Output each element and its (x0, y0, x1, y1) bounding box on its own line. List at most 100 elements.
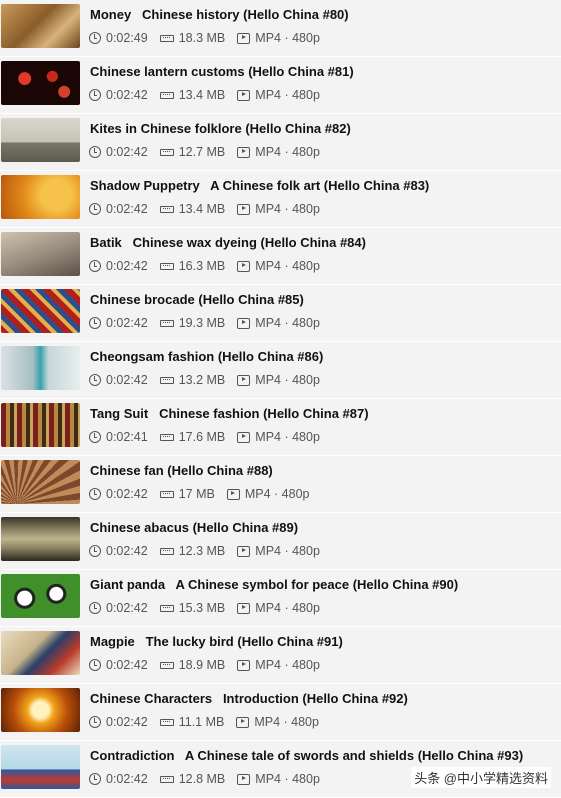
clock-icon (89, 32, 101, 44)
video-size: 13.4 MB (178, 88, 226, 102)
file-size-icon (159, 91, 174, 99)
video-list-item[interactable]: Batik Chinese wax dyeing (Hello China #8… (0, 228, 561, 285)
video-format: MP4 · 480p (255, 658, 320, 672)
video-format: MP4 · 480p (255, 601, 320, 615)
video-list-item[interactable]: Kites in Chinese folklore (Hello China #… (0, 114, 561, 171)
video-title[interactable]: Shadow Puppetry A Chinese folk art (Hell… (90, 178, 429, 193)
video-title[interactable]: Chinese Characters Introduction (Hello C… (90, 691, 408, 706)
video-size: 11.1 MB (178, 715, 225, 729)
video-size: 19.3 MB (178, 316, 226, 330)
video-title[interactable]: Kites in Chinese folklore (Hello China #… (90, 121, 351, 136)
video-thumbnail[interactable] (1, 175, 80, 219)
video-duration: 0:02:42 (106, 88, 148, 102)
video-title[interactable]: Chinese fan (Hello China #88) (90, 463, 273, 478)
file-size-icon (159, 547, 174, 555)
clock-icon (89, 545, 101, 557)
video-list-item[interactable]: Tang Suit Chinese fashion (Hello China #… (0, 399, 561, 456)
clock-icon (89, 488, 101, 500)
video-thumbnail[interactable] (1, 118, 80, 162)
video-meta: 0:02:42 17 MB MP4 · 480p (89, 487, 309, 501)
video-size: 15.3 MB (178, 601, 226, 615)
file-size-icon (159, 718, 174, 726)
video-duration: 0:02:49 (106, 31, 148, 45)
video-list-item[interactable]: Magpie The lucky bird (Hello China #91) 0… (0, 627, 561, 684)
watermark: 头条 @中小学精选资料 (411, 767, 551, 788)
video-icon (237, 32, 251, 44)
video-meta: 0:02:41 17.6 MB MP4 · 480p (89, 430, 320, 444)
video-meta: 0:02:42 13.4 MB MP4 · 480p (89, 202, 320, 216)
video-thumbnail[interactable] (1, 61, 80, 105)
video-size: 17 MB (178, 487, 215, 501)
video-duration: 0:02:42 (106, 715, 148, 729)
video-thumbnail[interactable] (1, 232, 80, 276)
video-meta: 0:02:42 12.8 MB MP4 · 480p (89, 772, 320, 786)
video-duration: 0:02:42 (106, 145, 148, 159)
clock-icon (89, 317, 101, 329)
video-format: MP4 · 480p (255, 145, 320, 159)
video-thumbnail[interactable] (1, 346, 80, 390)
file-size-icon (159, 604, 174, 612)
video-icon (237, 602, 251, 614)
video-format: MP4 · 480p (254, 715, 319, 729)
file-size-icon (159, 433, 174, 441)
video-title[interactable]: Contradiction A Chinese tale of swords a… (90, 748, 523, 763)
video-list-item[interactable]: Cheongsam fashion (Hello China #86) 0:02:… (0, 342, 561, 399)
video-list-item[interactable]: Money Chinese history (Hello China #80) 0… (0, 0, 561, 57)
video-duration: 0:02:42 (106, 487, 148, 501)
video-duration: 0:02:42 (106, 259, 148, 273)
video-thumbnail[interactable] (1, 745, 80, 789)
clock-icon (89, 260, 101, 272)
video-list-item[interactable]: Chinese fan (Hello China #88) 0:02:42 17 M… (0, 456, 561, 513)
video-list-item[interactable]: Chinese lantern customs (Hello China #81… (0, 57, 561, 114)
video-title[interactable]: Money Chinese history (Hello China #80) (90, 7, 349, 22)
video-meta: 0:02:42 11.1 MB MP4 · 480p (89, 715, 319, 729)
video-title[interactable]: Tang Suit Chinese fashion (Hello China #… (90, 406, 369, 421)
video-list-item[interactable]: Chinese brocade (Hello China #85) 0:02:42… (0, 285, 561, 342)
clock-icon (89, 203, 101, 215)
video-list-item[interactable]: Shadow Puppetry A Chinese folk art (Hell… (0, 171, 561, 228)
video-format: MP4 · 480p (255, 316, 320, 330)
video-thumbnail[interactable] (1, 574, 80, 618)
video-thumbnail[interactable] (1, 289, 80, 333)
video-size: 12.7 MB (178, 145, 226, 159)
video-icon (237, 260, 251, 272)
video-size: 17.6 MB (178, 430, 226, 444)
video-icon (237, 89, 251, 101)
video-format: MP4 · 480p (255, 772, 320, 786)
video-thumbnail[interactable] (1, 688, 80, 732)
video-list-item[interactable]: Chinese abacus (Hello China #89) 0:02:42 1… (0, 513, 561, 570)
video-format: MP4 · 480p (255, 31, 320, 45)
video-title[interactable]: Chinese brocade (Hello China #85) (90, 292, 304, 307)
video-icon (237, 431, 251, 443)
video-title[interactable]: Magpie The lucky bird (Hello China #91) (90, 634, 343, 649)
video-icon (237, 203, 251, 215)
video-title[interactable]: Chinese abacus (Hello China #89) (90, 520, 298, 535)
video-icon (237, 659, 251, 671)
video-title[interactable]: Chinese lantern customs (Hello China #81… (90, 64, 354, 79)
file-size-icon (159, 205, 174, 213)
clock-icon (89, 89, 101, 101)
video-thumbnail[interactable] (1, 403, 80, 447)
video-meta: 0:02:42 13.4 MB MP4 · 480p (89, 88, 320, 102)
video-duration: 0:02:42 (106, 601, 148, 615)
video-size: 13.4 MB (178, 202, 226, 216)
file-size-icon (159, 376, 174, 384)
clock-icon (89, 146, 101, 158)
video-format: MP4 · 480p (255, 430, 320, 444)
clock-icon (89, 602, 101, 614)
video-thumbnail[interactable] (1, 460, 80, 504)
video-list-item[interactable]: Chinese Characters Introduction (Hello C… (0, 684, 561, 741)
video-list-item[interactable]: Giant panda A Chinese symbol for peace (… (0, 570, 561, 627)
video-size: 18.3 MB (178, 31, 226, 45)
video-format: MP4 · 480p (244, 487, 310, 501)
video-thumbnail[interactable] (1, 4, 80, 48)
video-title[interactable]: Cheongsam fashion (Hello China #86) (90, 349, 323, 364)
video-title[interactable]: Batik Chinese wax dyeing (Hello China #8… (90, 235, 366, 250)
file-size-icon (159, 775, 174, 783)
video-title[interactable]: Giant panda A Chinese symbol for peace (… (90, 577, 458, 592)
clock-icon (89, 773, 101, 785)
video-size: 12.3 MB (178, 544, 226, 558)
video-thumbnail[interactable] (1, 517, 80, 561)
video-meta: 0:02:49 18.3 MB MP4 · 480p (89, 31, 320, 45)
video-thumbnail[interactable] (1, 631, 80, 675)
